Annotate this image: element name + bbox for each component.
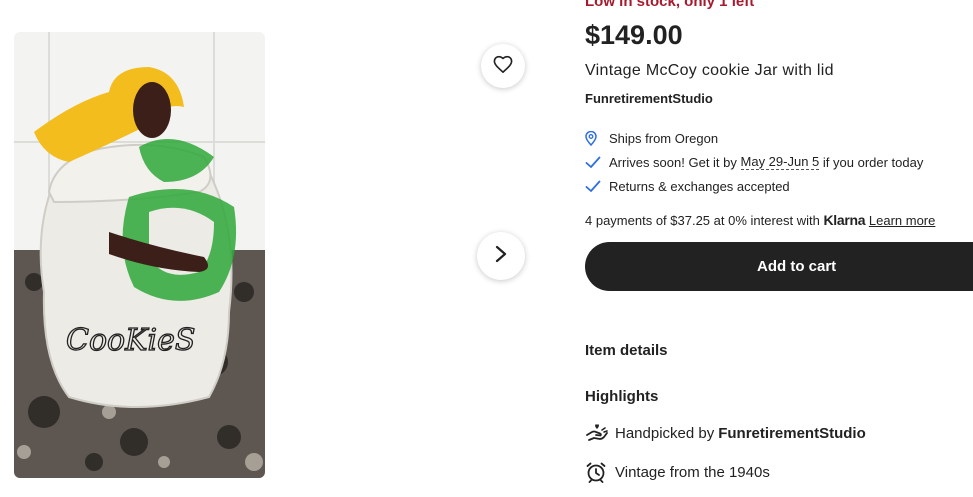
shipping-info: Ships from Oregon Arrives soon! Get it b… (585, 126, 970, 198)
hand-heart-icon (585, 423, 615, 443)
shop-name-link[interactable]: FunretirementStudio (585, 91, 713, 106)
ships-from-row: Ships from Oregon (585, 126, 970, 150)
alarm-clock-icon (585, 461, 615, 483)
ships-from-text: Ships from Oregon (609, 130, 719, 146)
learn-more-link[interactable]: Learn more (869, 213, 935, 228)
returns-row: Returns & exchanges accepted (585, 174, 970, 198)
payments-text: 4 payments of $37.25 at 0% interest with (585, 213, 820, 228)
price: $149.00 (585, 20, 683, 50)
arrival-dates[interactable]: May 29-Jun 5 (740, 154, 820, 170)
handpicked-shop: FunretirementStudio (718, 424, 866, 442)
arrival-row: Arrives soon! Get it by May 29-Jun 5 if … (585, 150, 970, 174)
add-to-cart-button[interactable]: Add to cart (585, 242, 973, 291)
stock-notice: Low in stock, only 1 left (585, 0, 755, 10)
favorite-button[interactable] (481, 44, 525, 88)
payments-info: 4 payments of $37.25 at 0% interest with… (585, 212, 935, 228)
highlights-heading: Highlights (585, 388, 659, 405)
vintage-row: Vintage from the 1940s (585, 461, 770, 483)
product-title: Vintage McCoy cookie Jar with lid (585, 62, 834, 79)
handpicked-row: Handpicked by FunretirementStudio (585, 423, 866, 443)
chevron-right-icon (494, 245, 508, 268)
product-image[interactable]: CooKieS (14, 32, 265, 478)
arrival-suffix: if you order today (822, 154, 924, 170)
check-icon (585, 177, 609, 195)
klarna-logo: Klarna (823, 212, 866, 228)
next-image-button[interactable] (477, 232, 525, 280)
item-details-toggle[interactable]: Item details (585, 342, 668, 359)
jar-lettering: CooKieS (66, 323, 195, 358)
location-pin-icon (585, 129, 609, 147)
check-icon (585, 153, 609, 171)
returns-text: Returns & exchanges accepted (609, 178, 790, 194)
heart-icon (493, 55, 513, 78)
arrival-prefix: Arrives soon! Get it by (609, 154, 737, 170)
vintage-text: Vintage from the 1940s (615, 463, 770, 481)
add-to-cart-label: Add to cart (757, 258, 837, 275)
handpicked-prefix: Handpicked by (615, 424, 715, 442)
